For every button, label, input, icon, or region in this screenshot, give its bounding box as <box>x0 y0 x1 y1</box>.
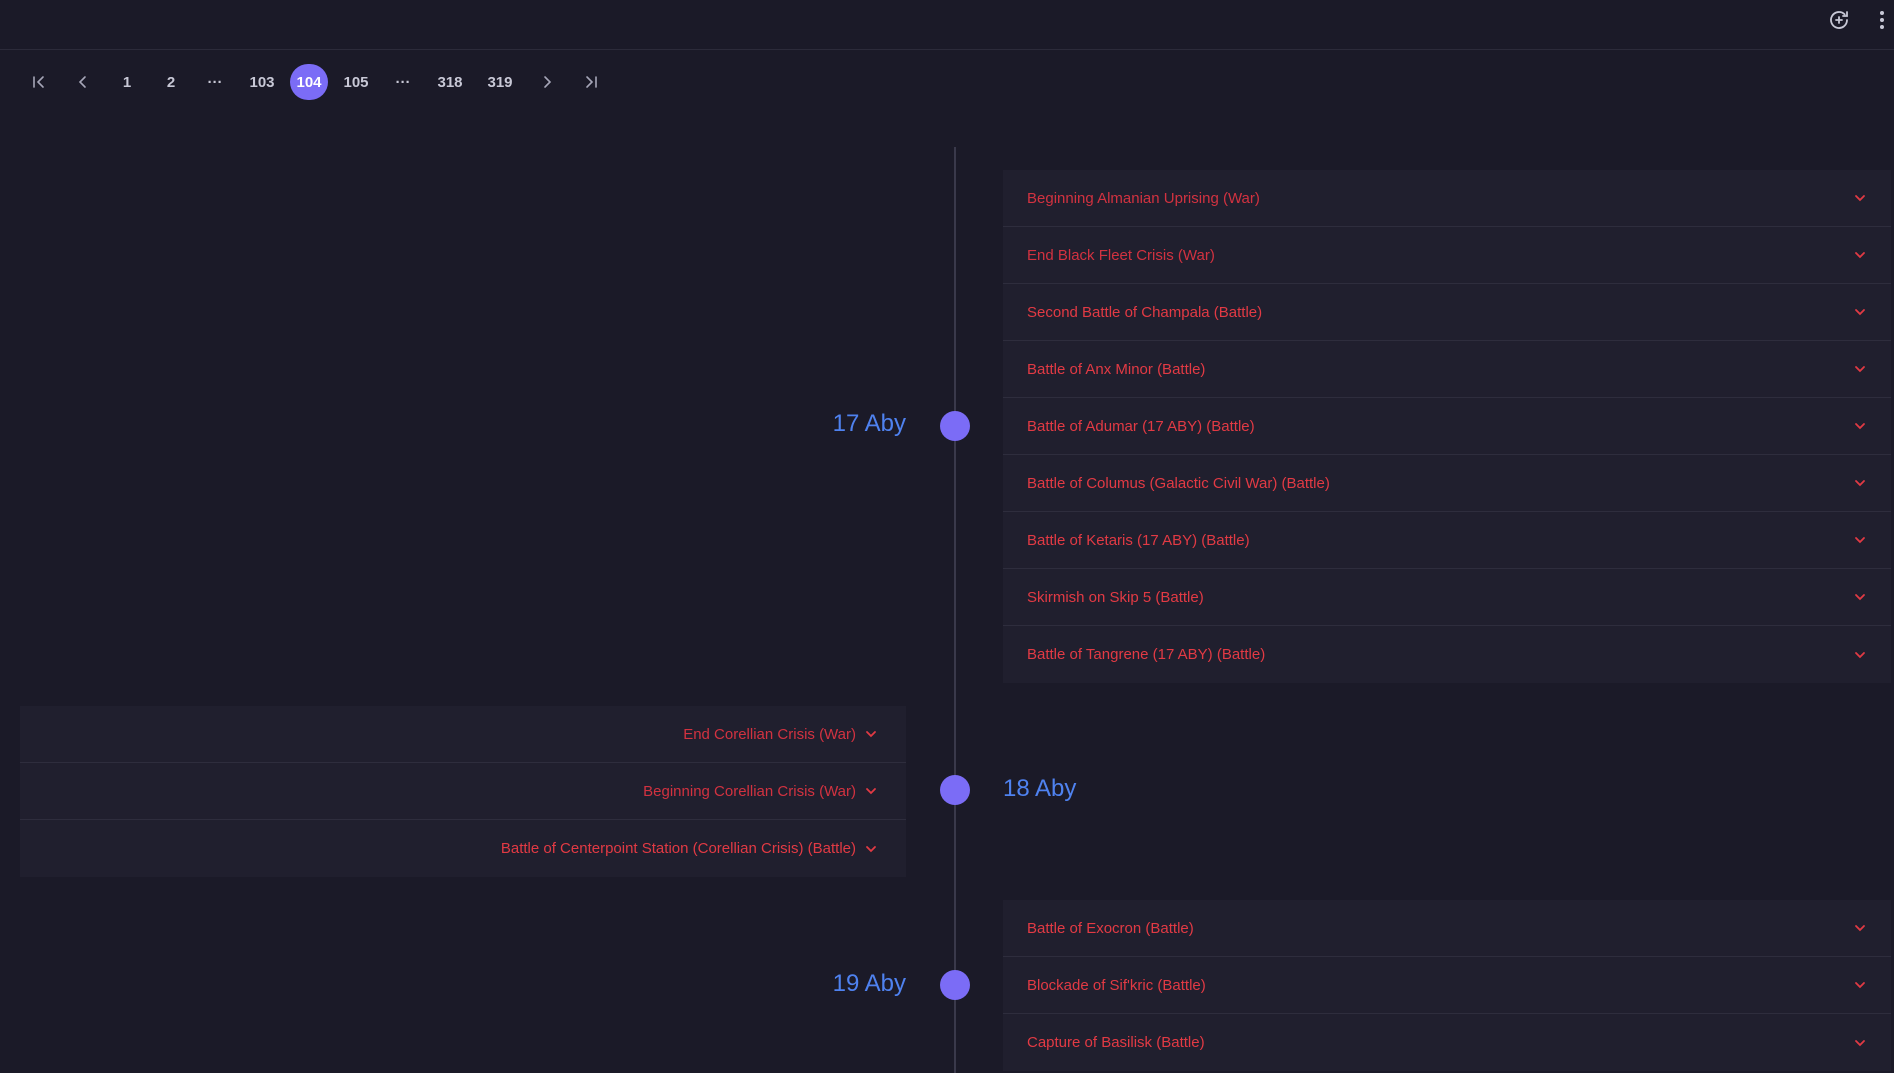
page-2[interactable]: 2 <box>152 64 190 100</box>
page-103[interactable]: 103 <box>240 64 284 100</box>
chevron-down-icon <box>1855 252 1865 259</box>
event-row[interactable]: Battle of Columus (Galactic Civil War) (… <box>1003 455 1891 512</box>
year-label-18-aby: 18 Aby <box>1003 775 1077 802</box>
event-title: End Black Fleet Crisis (War) <box>1027 246 1215 264</box>
year-label-17-aby: 17 Aby <box>832 410 906 437</box>
chevron-down-icon <box>1855 925 1865 932</box>
event-title: Battle of Columus (Galactic Civil War) (… <box>1027 474 1330 492</box>
event-row[interactable]: Second Battle of Champala (Battle) <box>1003 284 1891 341</box>
event-title: Capture of Basilisk (Battle) <box>1027 1034 1205 1051</box>
event-row[interactable]: Battle of Adumar (17 ABY) (Battle) <box>1003 398 1891 455</box>
page-ellipsis[interactable]: ··· <box>196 64 234 100</box>
chevron-down-icon <box>1855 651 1865 658</box>
chevron-down-icon <box>1855 982 1865 989</box>
chevron-down-icon <box>1855 423 1865 430</box>
event-row[interactable]: Battle of Exocron (Battle) <box>1003 900 1891 957</box>
page-1[interactable]: 1 <box>108 64 146 100</box>
top-bar <box>0 0 1894 50</box>
chevron-down-icon <box>866 788 876 795</box>
timeline-dot[interactable] <box>940 970 970 1000</box>
events-panel-17-aby: Beginning Almanian Uprising (War) End Bl… <box>1003 170 1891 683</box>
chevron-down-icon <box>1855 366 1865 373</box>
more-options-icon[interactable] <box>1875 6 1889 34</box>
chevron-down-icon <box>866 845 876 852</box>
next-page-button[interactable] <box>528 64 566 100</box>
timeline-dot[interactable] <box>940 775 970 805</box>
event-row[interactable]: Beginning Almanian Uprising (War) <box>1003 170 1891 227</box>
event-row[interactable]: Battle of Centerpoint Station (Corellian… <box>20 820 906 877</box>
chevron-down-icon <box>1855 195 1865 202</box>
chevron-down-icon <box>1855 309 1865 316</box>
chevron-down-icon <box>1855 594 1865 601</box>
event-row[interactable]: Capture of Basilisk (Battle) <box>1003 1014 1891 1071</box>
event-row[interactable]: Battle of Ketaris (17 ABY) (Battle) <box>1003 512 1891 569</box>
chevron-down-icon <box>1855 480 1865 487</box>
chevron-down-icon <box>1855 537 1865 544</box>
events-panel-19-aby: Battle of Exocron (Battle) Blockade of S… <box>1003 900 1891 1071</box>
chevron-down-icon <box>866 731 876 738</box>
event-row[interactable]: Skirmish on Skip 5 (Battle) <box>1003 569 1891 626</box>
event-title: Battle of Ketaris (17 ABY) (Battle) <box>1027 531 1250 549</box>
page-105[interactable]: 105 <box>334 64 378 100</box>
page-104-current[interactable]: 104 <box>290 64 328 100</box>
page-319[interactable]: 319 <box>478 64 522 100</box>
event-title: Battle of Exocron (Battle) <box>1027 919 1194 937</box>
event-title: Battle of Adumar (17 ABY) (Battle) <box>1027 417 1255 435</box>
event-title: Skirmish on Skip 5 (Battle) <box>1027 588 1204 606</box>
event-row[interactable]: End Black Fleet Crisis (War) <box>1003 227 1891 284</box>
chevron-down-icon <box>1855 1039 1865 1046</box>
event-title: Beginning Almanian Uprising (War) <box>1027 189 1260 207</box>
event-row[interactable]: Battle of Anx Minor (Battle) <box>1003 341 1891 398</box>
year-label-19-aby: 19 Aby <box>832 970 906 997</box>
event-title: Beginning Corellian Crisis (War) <box>643 782 856 800</box>
event-title: Second Battle of Champala (Battle) <box>1027 303 1263 321</box>
event-row[interactable]: End Corellian Crisis (War) <box>20 706 906 763</box>
event-row[interactable]: Beginning Corellian Crisis (War) <box>20 763 906 820</box>
events-panel-18-aby: End Corellian Crisis (War) Beginning Cor… <box>20 706 906 877</box>
last-page-button[interactable] <box>572 64 610 100</box>
previous-page-button[interactable] <box>64 64 102 100</box>
event-title: End Corellian Crisis (War) <box>683 725 856 743</box>
event-title: Battle of Tangrene (17 ABY) (Battle) <box>1027 646 1266 663</box>
sync-icon[interactable] <box>1825 6 1853 34</box>
event-row[interactable]: Battle of Tangrene (17 ABY) (Battle) <box>1003 626 1891 683</box>
event-title: Blockade of Sif'kric (Battle) <box>1027 976 1206 994</box>
page-ellipsis[interactable]: ··· <box>384 64 422 100</box>
event-title: Battle of Centerpoint Station (Corellian… <box>500 840 856 857</box>
page-318[interactable]: 318 <box>428 64 472 100</box>
timeline-axis <box>954 147 956 1073</box>
pagination: 1 2 ··· 103 104 105 ··· 318 319 <box>20 64 616 100</box>
first-page-button[interactable] <box>20 64 58 100</box>
timeline-dot[interactable] <box>940 411 970 441</box>
event-row[interactable]: Blockade of Sif'kric (Battle) <box>1003 957 1891 1014</box>
event-title: Battle of Anx Minor (Battle) <box>1027 360 1206 378</box>
